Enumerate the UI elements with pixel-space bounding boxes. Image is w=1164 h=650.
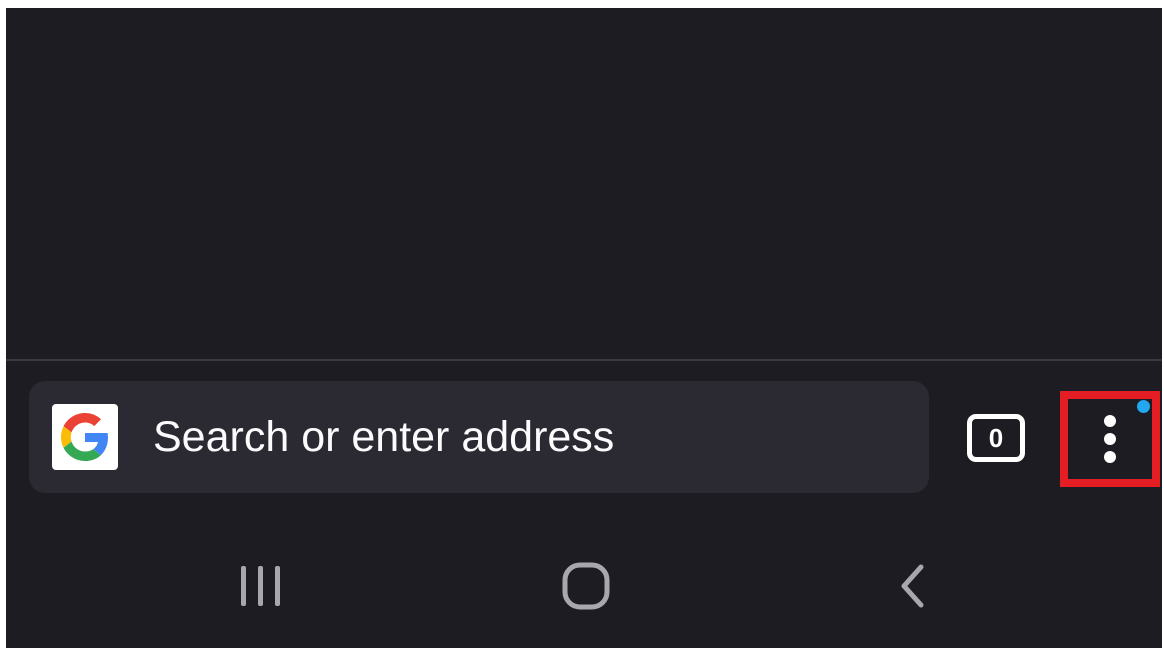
back-button[interactable] xyxy=(876,551,946,621)
page-content-area[interactable] xyxy=(6,8,1162,359)
notification-dot xyxy=(1137,400,1150,413)
search-input-placeholder[interactable]: Search or enter address xyxy=(153,381,614,493)
browser-frame: Search or enter address 0 xyxy=(6,8,1162,648)
menu-button[interactable] xyxy=(1060,391,1160,487)
home-button[interactable] xyxy=(551,551,621,621)
system-navigation-bar xyxy=(6,511,1162,648)
recent-apps-button[interactable] xyxy=(226,551,296,621)
back-chevron-icon xyxy=(901,564,924,608)
three-dots-vertical-icon xyxy=(1104,415,1116,463)
home-icon xyxy=(562,562,610,610)
tab-count: 0 xyxy=(988,423,1004,453)
address-bar[interactable]: Search or enter address xyxy=(29,381,929,493)
tab-counter-button[interactable]: 0 xyxy=(967,414,1025,462)
recent-apps-icon xyxy=(241,566,280,606)
google-g-icon xyxy=(52,404,118,470)
browser-toolbar: Search or enter address 0 xyxy=(6,361,1162,511)
